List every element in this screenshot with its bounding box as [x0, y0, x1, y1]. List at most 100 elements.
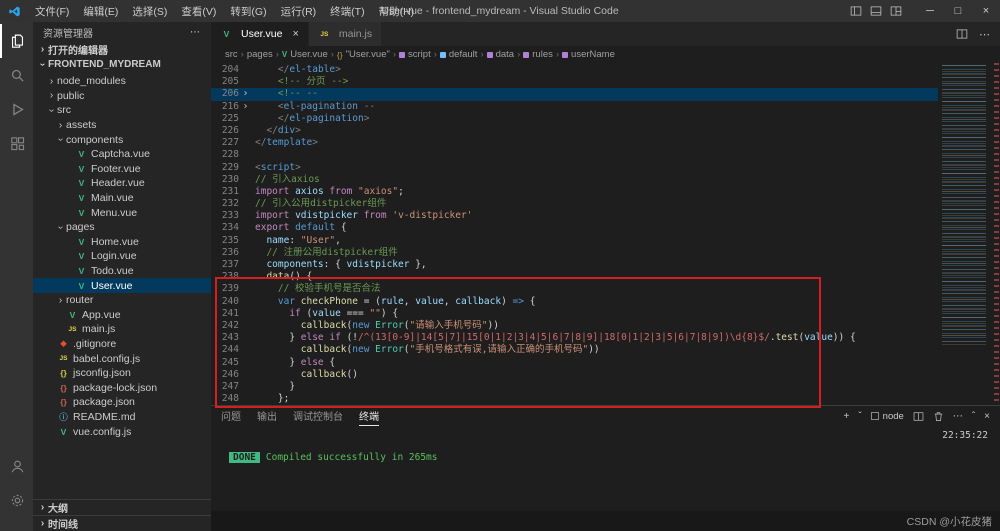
minimap[interactable] [938, 63, 1000, 405]
code-line[interactable]: 236 // 注册公用distpicker组件 [211, 247, 938, 259]
project-root-section[interactable]: › FRONTEND_MYDREAM [33, 57, 211, 72]
tree-item[interactable]: VLogin.vue [33, 249, 211, 264]
tree-item[interactable]: ›public [33, 89, 211, 104]
close-window-button[interactable]: × [972, 0, 1000, 22]
editor-tab[interactable]: VUser.vue× [211, 22, 309, 46]
code-line[interactable]: 227</template> [211, 137, 938, 149]
new-terminal-icon[interactable]: + [843, 411, 849, 422]
tree-item[interactable]: Vvue.config.js [33, 424, 211, 439]
menu-item[interactable]: 查看(V) [174, 4, 223, 19]
menu-item[interactable]: 选择(S) [125, 4, 174, 19]
menu-item[interactable]: 运行(R) [274, 4, 324, 19]
breadcrumb-item[interactable]: {}"User.vue" [337, 49, 390, 60]
split-terminal-icon[interactable] [913, 411, 924, 422]
breadcrumb-item[interactable]: userName [562, 49, 615, 60]
customize-layout-icon[interactable] [890, 5, 902, 17]
tree-item[interactable]: {}package.json [33, 395, 211, 410]
extensions-icon[interactable] [0, 126, 33, 160]
tree-item[interactable]: ◆.gitignore [33, 337, 211, 352]
code-line[interactable]: 247 } [211, 381, 938, 393]
code-line[interactable]: 233import vdistpicker from 'v-distpicker… [211, 210, 938, 222]
tree-item[interactable]: ⓘREADME.md [33, 410, 211, 425]
close-icon[interactable]: × [292, 28, 298, 40]
tree-item[interactable]: ›src [33, 103, 211, 118]
tree-item[interactable]: VCaptcha.vue [33, 147, 211, 162]
run-debug-icon[interactable] [0, 92, 33, 126]
menu-item[interactable]: 帮助(H) [372, 4, 422, 19]
code-line[interactable]: 231import axios from "axios"; [211, 186, 938, 198]
code-line[interactable]: 246 callback() [211, 369, 938, 381]
tree-item[interactable]: JSbabel.config.js [33, 351, 211, 366]
terminal-selector[interactable]: node [871, 411, 904, 422]
settings-icon[interactable] [0, 483, 33, 517]
tree-item[interactable]: ›assets [33, 118, 211, 133]
breadcrumb-item[interactable]: src [225, 49, 238, 60]
account-icon[interactable] [0, 449, 33, 483]
code-line[interactable]: 216› <el-pagination -- [211, 101, 938, 113]
close-panel-icon[interactable]: × [984, 411, 990, 422]
breadcrumb-item[interactable]: data [487, 49, 515, 60]
tree-item[interactable]: VHeader.vue [33, 176, 211, 191]
tree-item[interactable]: ›router [33, 293, 211, 308]
code-line[interactable]: 229<script> [211, 162, 938, 174]
code-line[interactable]: 228 [211, 149, 938, 161]
code-line[interactable]: 241 if (value === "") { [211, 308, 938, 320]
code-line[interactable]: 230// 引入axios [211, 174, 938, 186]
code-line[interactable]: 239 // 校验手机号是否合法 [211, 283, 938, 295]
maximize-panel-icon[interactable]: ˆ [972, 411, 975, 422]
terminal-output[interactable]: DONECompiled successfully in 265ms22:35:… [211, 426, 1000, 531]
panel-tab[interactable]: 终端 [359, 406, 379, 426]
tree-item[interactable]: {}jsconfig.json [33, 366, 211, 381]
code-line[interactable]: 226 </div> [211, 125, 938, 137]
code-line[interactable]: 204 </el-table> [211, 64, 938, 76]
menu-item[interactable]: 编辑(E) [76, 4, 125, 19]
code-line[interactable]: 240 var checkPhone = (rule, value, callb… [211, 296, 938, 308]
code-line[interactable]: 205 <!-- 分页 --> [211, 76, 938, 88]
code-editor[interactable]: 204 </el-table>205 <!-- 分页 -->206› <!-- … [211, 63, 938, 405]
breadcrumb-item[interactable]: script [399, 49, 431, 60]
code-line[interactable]: 234export default { [211, 222, 938, 234]
tree-item[interactable]: JSmain.js [33, 322, 211, 337]
maximize-button[interactable]: □ [944, 0, 972, 22]
breadcrumb-item[interactable]: VUser.vue [282, 49, 328, 60]
tree-item[interactable]: {}package-lock.json [33, 380, 211, 395]
fold-chevron-icon[interactable]: › [239, 101, 252, 113]
more-actions-icon[interactable]: ⋯ [190, 27, 201, 38]
open-editors-section[interactable]: › 打开的编辑器 [33, 42, 211, 57]
editor-tab[interactable]: JSmain.js [309, 22, 382, 46]
panel-tab[interactable]: 调试控制台 [293, 406, 343, 426]
code-line[interactable]: 237 components: { vdistpicker }, [211, 259, 938, 271]
code-line[interactable]: 244 callback(new Error("手机号格式有误,请输入正确的手机… [211, 344, 938, 356]
split-editor-icon[interactable] [956, 28, 968, 40]
breadcrumb-item[interactable]: rules [523, 49, 553, 60]
more-actions-icon[interactable]: ⋯ [979, 28, 990, 41]
tree-item[interactable]: VApp.vue [33, 308, 211, 323]
panel-tab[interactable]: 输出 [257, 406, 277, 426]
menu-item[interactable]: 文件(F) [28, 4, 76, 19]
tree-item[interactable]: VUser.vue [33, 278, 211, 293]
breadcrumb-item[interactable]: default [440, 49, 478, 60]
code-line[interactable]: 243 } else if (!/^(13[0-9]|14[5|7]|15[0|… [211, 332, 938, 344]
tree-item[interactable]: ›node_modules [33, 74, 211, 89]
code-line[interactable]: 245 } else { [211, 357, 938, 369]
code-line[interactable]: 225 </el-pagination> [211, 113, 938, 125]
tree-item[interactable]: VFooter.vue [33, 162, 211, 177]
more-actions-icon[interactable]: ⋯ [953, 411, 963, 422]
chevron-down-icon[interactable]: ˇ [858, 411, 861, 422]
tree-item[interactable]: ›pages [33, 220, 211, 235]
tree-item[interactable]: VHome.vue [33, 235, 211, 250]
tree-item[interactable]: VMain.vue [33, 191, 211, 206]
sidebar-section[interactable]: ›大纲 [33, 499, 211, 515]
code-line[interactable]: 238 data() { [211, 271, 938, 283]
toggle-sidebar-icon[interactable] [850, 5, 862, 17]
kill-terminal-icon[interactable] [933, 411, 944, 422]
menu-item[interactable]: 转到(G) [223, 4, 273, 19]
tree-item[interactable]: VMenu.vue [33, 205, 211, 220]
minimize-button[interactable]: ─ [916, 0, 944, 22]
explorer-icon[interactable] [0, 24, 33, 58]
tree-item[interactable]: VTodo.vue [33, 264, 211, 279]
code-line[interactable]: 206› <!-- -- [211, 88, 938, 100]
panel-tab[interactable]: 问题 [221, 406, 241, 426]
code-line[interactable]: 242 callback(new Error("请输入手机号码")) [211, 320, 938, 332]
code-line[interactable]: 235 name: "User", [211, 235, 938, 247]
